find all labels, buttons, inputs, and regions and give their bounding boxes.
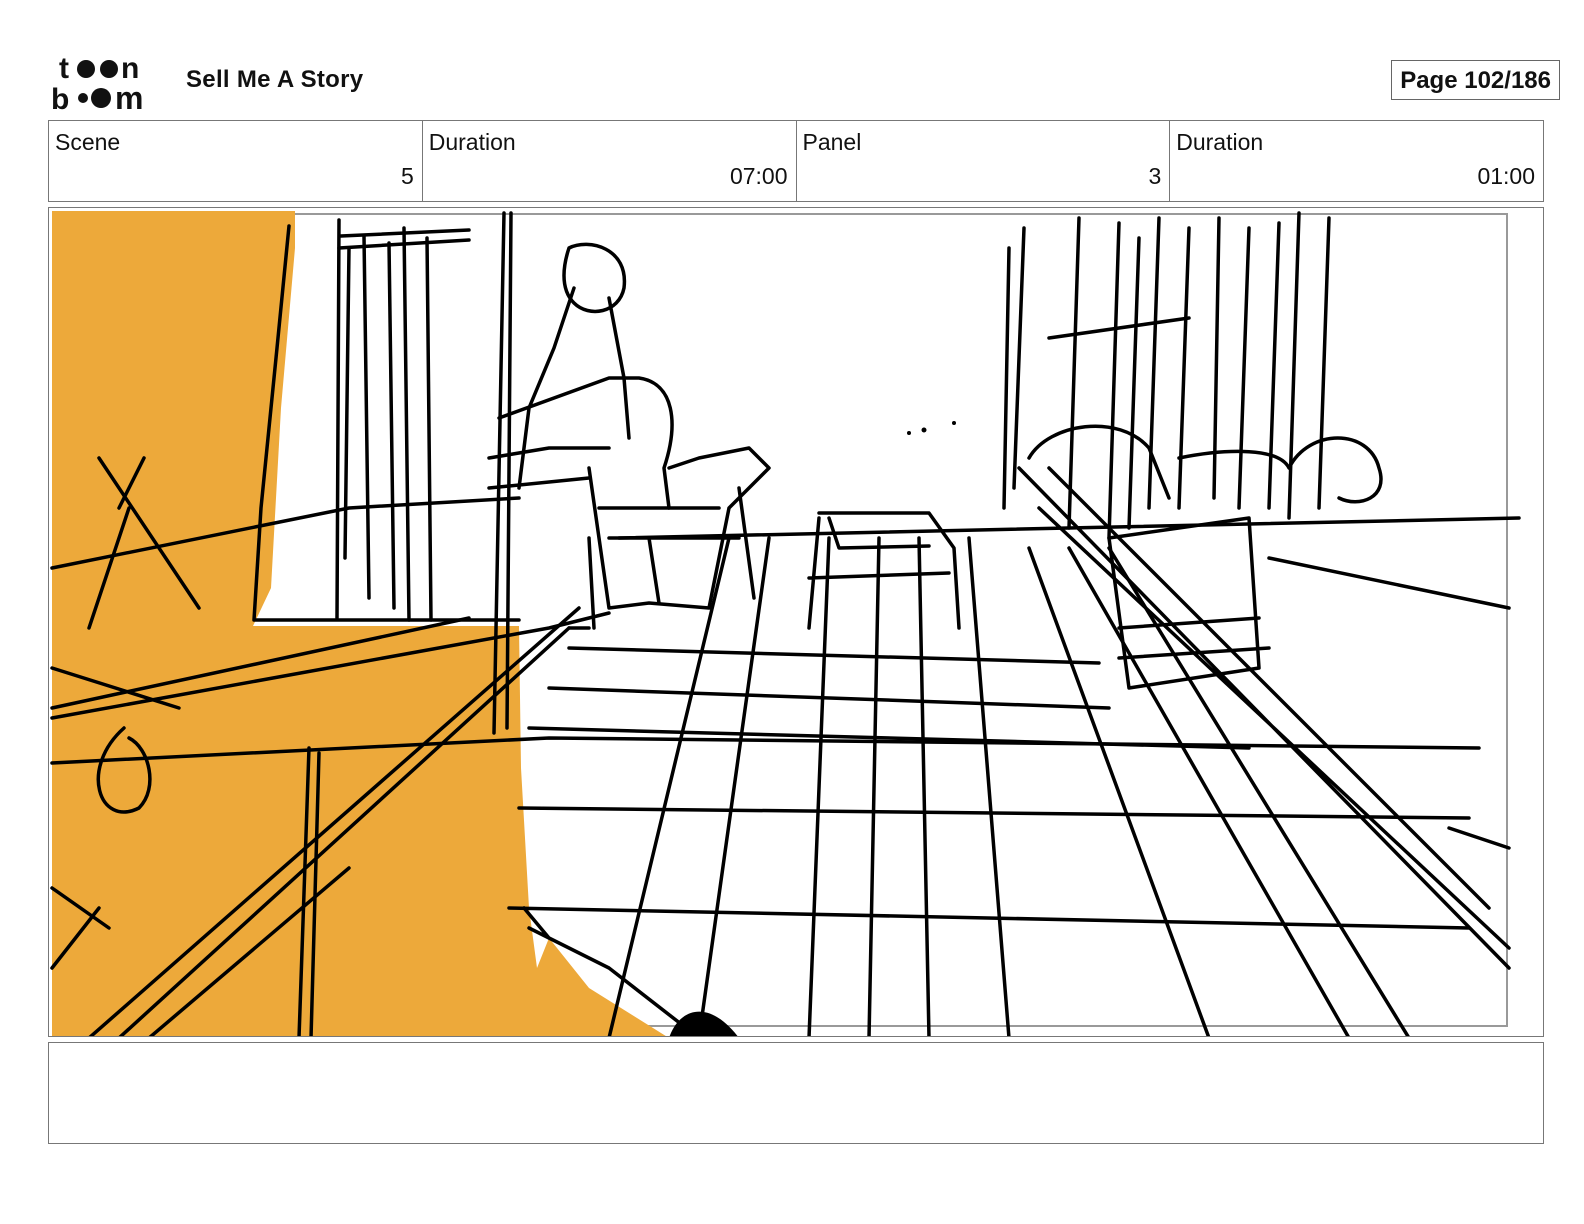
panel-info-row: Scene 5 Duration 07:00 Panel 3 Duration … (48, 120, 1544, 202)
panel-duration-cell: Duration 01:00 (1170, 121, 1543, 201)
panel-cell: Panel 3 (797, 121, 1171, 201)
scene-cell: Scene 5 (49, 121, 423, 201)
panel-value: 3 (1148, 163, 1162, 189)
panel-duration-value: 01:00 (1477, 163, 1535, 189)
svg-text:b: b (51, 83, 69, 112)
panel-duration-label: Duration (1176, 129, 1264, 155)
scene-duration-cell: Duration 07:00 (423, 121, 797, 201)
orange-couch-fill (52, 211, 666, 1036)
svg-text:m: m (115, 80, 143, 112)
storyboard-header: t n b m Sell Me A Story Page 102/186 (48, 48, 1560, 114)
page-number: Page 102/186 (1391, 60, 1560, 100)
project-title: Sell Me A Story (186, 66, 364, 93)
panel-notes-box (48, 1042, 1544, 1144)
scene-duration-value: 07:00 (729, 163, 788, 189)
scene-duration-label: Duration (428, 129, 516, 155)
svg-text:t: t (59, 52, 69, 85)
storyboard-sketch (50, 211, 1521, 1036)
scene-label: Scene (55, 129, 121, 155)
panel-image-frame (48, 207, 1544, 1037)
panel-label: Panel (802, 129, 862, 155)
toonboom-logo: t n b m (51, 52, 143, 112)
scene-value: 5 (400, 163, 414, 189)
